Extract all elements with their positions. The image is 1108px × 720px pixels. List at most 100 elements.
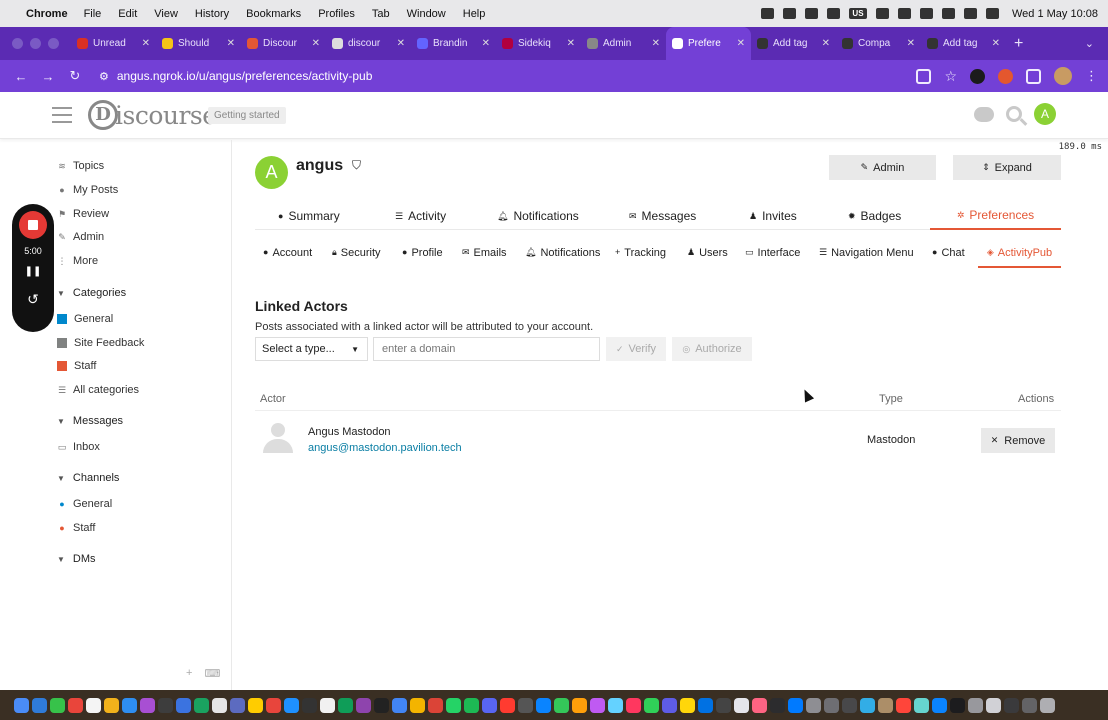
dock-app-icon[interactable] — [860, 697, 875, 713]
pref-tab-security[interactable]: 🔒︎ Security — [332, 244, 381, 268]
dock-app-icon[interactable] — [518, 697, 533, 713]
bluetooth-icon[interactable] — [875, 8, 889, 19]
dock-app-icon[interactable] — [1004, 697, 1019, 713]
pref-tab-profile[interactable]: ● Profile — [402, 244, 443, 268]
siri-icon[interactable] — [985, 8, 999, 19]
install-app-icon[interactable] — [916, 68, 932, 84]
dock-app-icon[interactable] — [788, 697, 803, 713]
new-tab-button[interactable]: + — [1014, 35, 1023, 53]
dock-app-icon[interactable] — [914, 697, 929, 713]
browser-tab[interactable]: Admin ✕ — [581, 27, 666, 60]
menu-bookmarks[interactable]: Bookmarks — [246, 8, 301, 20]
dock-app-icon[interactable] — [1022, 697, 1037, 713]
tray-app-icon[interactable] — [826, 8, 840, 19]
dock-app-icon[interactable] — [824, 697, 839, 713]
dock-app-icon[interactable] — [932, 697, 947, 713]
close-window-button[interactable] — [12, 38, 23, 49]
stop-recording-button[interactable] — [19, 211, 47, 239]
close-tab-icon[interactable]: ✕ — [992, 38, 1000, 49]
dock-app-icon[interactable] — [554, 697, 569, 713]
tab-notifications[interactable]: 🔔︎ Notifications — [497, 202, 579, 230]
hamburger-menu-icon[interactable] — [52, 107, 72, 123]
dock-app-icon[interactable] — [158, 697, 173, 713]
search-icon[interactable] — [1006, 106, 1022, 122]
dock-app-icon[interactable] — [446, 697, 461, 713]
sidebar-section-dms[interactable]: ▼ DMs — [57, 553, 96, 565]
getting-started-badge[interactable]: Getting started — [208, 107, 286, 124]
extension-icon[interactable] — [970, 68, 985, 84]
close-tab-icon[interactable]: ✕ — [737, 38, 745, 49]
dock-app-icon[interactable] — [50, 697, 65, 713]
menu-help[interactable]: Help — [463, 8, 486, 20]
tray-gear-icon[interactable] — [782, 8, 796, 19]
address-bar[interactable]: ⚙ angus.ngrok.io/u/angus/preferences/act… — [99, 64, 879, 88]
pref-tab-users[interactable]: ♟ Users — [687, 244, 728, 268]
pref-tab-interface[interactable]: ▭ Interface — [745, 244, 800, 268]
dock-app-icon[interactable] — [698, 697, 713, 713]
tab-messages[interactable]: ✉ Messages — [629, 202, 696, 230]
dock-app-icon[interactable] — [266, 697, 281, 713]
sidebar-section-messages[interactable]: ▼ Messages — [57, 415, 123, 427]
menubar-app-name[interactable]: Chrome — [26, 8, 68, 20]
dock-app-icon[interactable] — [302, 697, 317, 713]
profile-avatar[interactable] — [1054, 67, 1072, 85]
close-tab-icon[interactable]: ✕ — [567, 38, 575, 49]
site-info-icon[interactable]: ⚙ — [99, 70, 109, 83]
dock-app-icon[interactable] — [482, 697, 497, 713]
authorize-button[interactable]: ◎ Authorize — [672, 337, 752, 361]
dock-app-icon[interactable] — [374, 697, 389, 713]
minimize-window-button[interactable] — [30, 38, 41, 49]
dock-app-icon[interactable] — [572, 697, 587, 713]
dock-app-icon[interactable] — [644, 697, 659, 713]
tab-invites[interactable]: ♟ Invites — [749, 202, 797, 230]
browser-tab[interactable]: Prefere ✕ — [666, 27, 751, 60]
dock-app-icon[interactable] — [878, 697, 893, 713]
control-center-icon[interactable] — [963, 8, 977, 19]
dock-app-icon[interactable] — [734, 697, 749, 713]
bookmark-star-icon[interactable]: ☆ — [944, 68, 957, 85]
dock-app-icon[interactable] — [428, 697, 443, 713]
dock-app-icon[interactable] — [1040, 697, 1055, 713]
pref-tab-account[interactable]: ● Account — [263, 244, 312, 268]
dock-app-icon[interactable] — [140, 697, 155, 713]
sidebar-item-review[interactable]: ⚑ Review — [57, 205, 109, 223]
close-tab-icon[interactable]: ✕ — [397, 38, 405, 49]
tray-app-icon[interactable] — [804, 8, 818, 19]
dock-app-icon[interactable] — [842, 697, 857, 713]
close-tab-icon[interactable]: ✕ — [142, 38, 150, 49]
dock-app-icon[interactable] — [176, 697, 191, 713]
admin-button[interactable]: ✎ Admin — [829, 155, 936, 180]
back-button[interactable]: ← — [10, 69, 32, 84]
restart-icon[interactable]: ↺ — [27, 291, 39, 308]
sidebar-channel-general[interactable]: ● General — [57, 495, 112, 513]
close-tab-icon[interactable]: ✕ — [227, 38, 235, 49]
pref-tab-notifications[interactable]: 🔔︎ Notifications — [525, 244, 600, 268]
battery-icon[interactable] — [897, 8, 911, 19]
dock-app-icon[interactable] — [32, 697, 47, 713]
dock-app-icon[interactable] — [122, 697, 137, 713]
dock-app-icon[interactable] — [608, 697, 623, 713]
pref-tab-activitypub[interactable]: ◈ ActivityPub — [978, 244, 1061, 268]
dock-app-icon[interactable] — [68, 697, 83, 713]
sidebar-item-admin[interactable]: ✎ Admin — [57, 228, 104, 246]
menu-file[interactable]: File — [84, 8, 102, 20]
sidebar-category-general[interactable]: General — [57, 310, 113, 328]
browser-tab[interactable]: Add tag ✕ — [751, 27, 836, 60]
menubar-clock[interactable]: Wed 1 May 10:08 — [1012, 8, 1098, 20]
dock-app-icon[interactable] — [212, 697, 227, 713]
dock-app-icon[interactable] — [752, 697, 767, 713]
user-avatar[interactable]: A — [255, 156, 288, 189]
menu-edit[interactable]: Edit — [118, 8, 137, 20]
browser-tab[interactable]: discour ✕ — [326, 27, 411, 60]
keyboard-shortcuts-icon[interactable]: ⌨ — [204, 667, 220, 680]
menu-view[interactable]: View — [154, 8, 178, 20]
dock-app-icon[interactable] — [626, 697, 641, 713]
close-tab-icon[interactable]: ✕ — [482, 38, 490, 49]
dock-app-icon[interactable] — [14, 697, 29, 713]
domain-input[interactable] — [373, 337, 600, 361]
extensions-puzzle-icon[interactable] — [1026, 68, 1041, 84]
browser-tab[interactable]: Compa ✕ — [836, 27, 921, 60]
browser-tab[interactable]: Brandin ✕ — [411, 27, 496, 60]
menu-tab[interactable]: Tab — [372, 8, 390, 20]
sidebar-item-my-posts[interactable]: ● My Posts — [57, 181, 118, 199]
